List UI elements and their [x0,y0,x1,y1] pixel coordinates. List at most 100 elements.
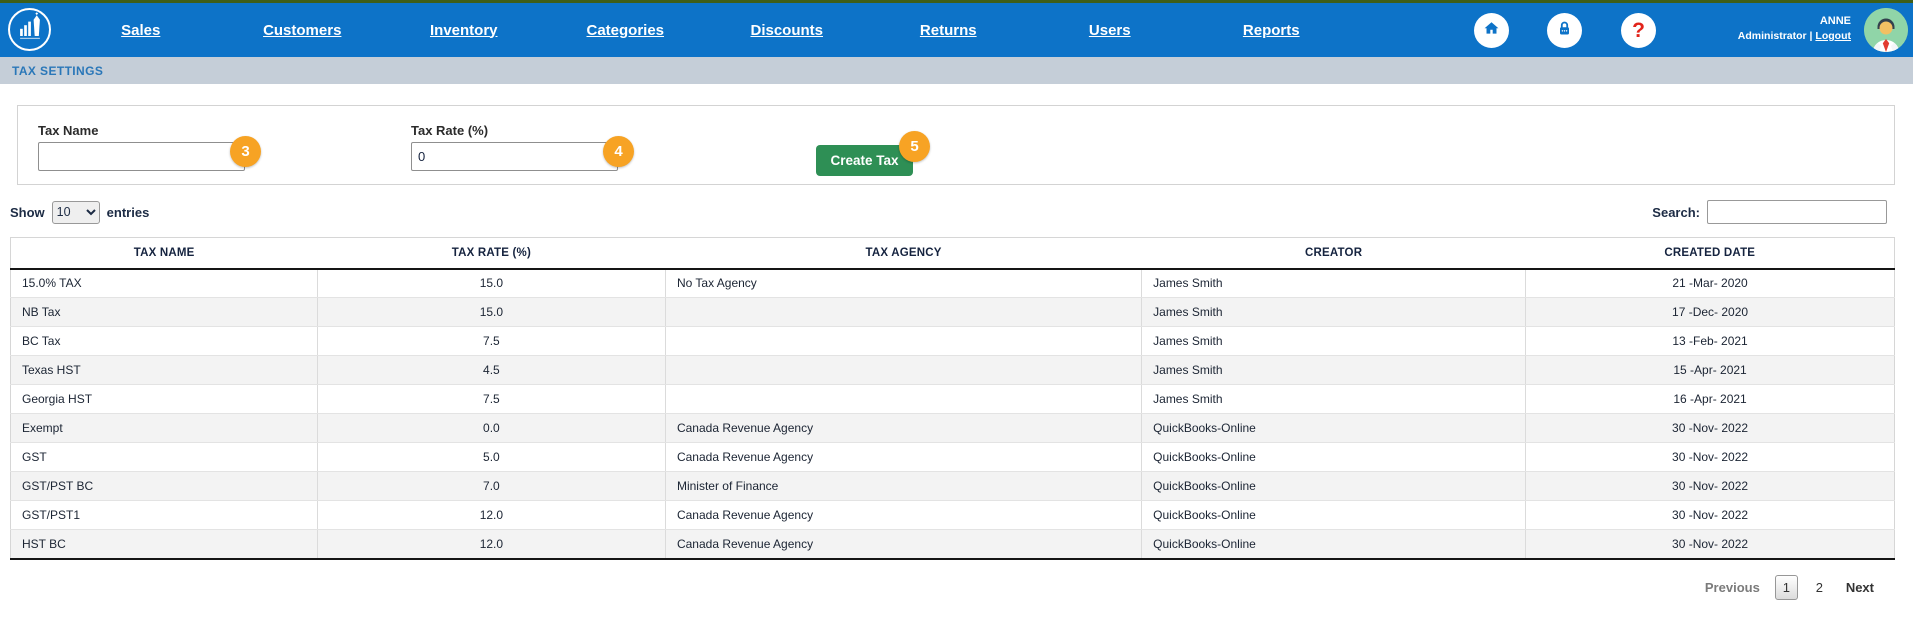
table-cell: 15.0 [317,298,665,327]
table-cell: NB Tax [11,298,318,327]
table-row: Exempt0.0Canada Revenue AgencyQuickBooks… [11,414,1895,443]
help-button[interactable]: ? [1621,13,1656,48]
table-row: GST5.0Canada Revenue AgencyQuickBooks-On… [11,443,1895,472]
step-badge-4: 4 [603,136,634,167]
tax-name-input[interactable] [38,142,245,171]
table-cell: QuickBooks-Online [1142,443,1526,472]
home-icon [1481,18,1502,44]
table-cell: 30 -Nov- 2022 [1526,414,1895,443]
table-header-row: TAX NAMETAX RATE (%)TAX AGENCYCREATORCRE… [11,238,1895,269]
table-cell [665,356,1141,385]
logout-link[interactable]: Logout [1815,30,1851,42]
step-badge-3: 3 [230,136,261,167]
lock-icon [1554,18,1575,44]
table-cell: QuickBooks-Online [1142,501,1526,530]
table-cell: Texas HST [11,356,318,385]
table-cell: HST BC [11,530,318,559]
column-header[interactable]: TAX NAME [11,238,318,269]
table-cell [665,327,1141,356]
table-cell [665,298,1141,327]
user-name: ANNE [1738,14,1851,29]
app-logo[interactable] [8,8,51,51]
table-cell: 12.0 [317,501,665,530]
search-label: Search: [1652,205,1700,220]
table-cell: BC Tax [11,327,318,356]
table-cell: QuickBooks-Online [1142,472,1526,501]
home-button[interactable] [1474,13,1509,48]
table-cell: 15 -Apr- 2021 [1526,356,1895,385]
entries-label: entries [107,205,150,220]
nav-item-returns[interactable]: Returns [868,3,1030,57]
pagination-page-1[interactable]: 1 [1775,575,1798,600]
tax-name-label: Tax Name [38,123,245,138]
table-row: BC Tax7.5James Smith13 -Feb- 2021 [11,327,1895,356]
table-cell: 30 -Nov- 2022 [1526,472,1895,501]
table-cell: 17 -Dec- 2020 [1526,298,1895,327]
nav-item-users[interactable]: Users [1029,3,1191,57]
create-tax-panel: Tax Name 3 Tax Rate (%) 4 Create Tax 5 [17,105,1895,185]
table-cell: 30 -Nov- 2022 [1526,443,1895,472]
table-cell: 15.0% TAX [11,269,318,298]
breadcrumb: TAX SETTINGS [0,57,1913,84]
pagination-page-2[interactable]: 2 [1808,575,1831,600]
show-label: Show [10,205,45,220]
table-cell: QuickBooks-Online [1142,414,1526,443]
nav-item-customers[interactable]: Customers [222,3,384,57]
nav-item-sales[interactable]: Sales [60,3,222,57]
top-navbar: SalesCustomersInventoryCategoriesDiscoun… [0,3,1913,57]
main-nav-menu: SalesCustomersInventoryCategoriesDiscoun… [60,3,1352,57]
table-row: GST/PST112.0Canada Revenue AgencyQuickBo… [11,501,1895,530]
table-cell: 21 -Mar- 2020 [1526,269,1895,298]
search-input[interactable] [1707,200,1887,224]
pagination: Previous 12 Next [0,575,1874,600]
column-header[interactable]: CREATED DATE [1526,238,1895,269]
page-title: TAX SETTINGS [12,64,103,78]
lock-button[interactable] [1547,13,1582,48]
tax-rate-label: Tax Rate (%) [411,123,618,138]
table-cell: 30 -Nov- 2022 [1526,530,1895,559]
table-cell: James Smith [1142,356,1526,385]
column-header[interactable]: TAX AGENCY [665,238,1141,269]
role-logout-separator: | [1810,30,1813,42]
table-cell: 7.5 [317,327,665,356]
user-info: ANNE Administrator | Logout [1738,14,1851,43]
table-cell: Canada Revenue Agency [665,530,1141,559]
table-cell: 5.0 [317,443,665,472]
column-header[interactable]: TAX RATE (%) [317,238,665,269]
pagination-previous[interactable]: Previous [1705,580,1760,595]
table-row: GST/PST BC7.0Minister of FinanceQuickBoo… [11,472,1895,501]
table-cell: 7.0 [317,472,665,501]
nav-item-discounts[interactable]: Discounts [706,3,868,57]
tax-table: TAX NAMETAX RATE (%)TAX AGENCYCREATORCRE… [10,237,1895,560]
nav-item-reports[interactable]: Reports [1191,3,1353,57]
table-cell: Canada Revenue Agency [665,414,1141,443]
table-row: HST BC12.0Canada Revenue AgencyQuickBook… [11,530,1895,559]
page-size-select[interactable]: 10 [52,201,100,224]
table-row: Texas HST4.5 James Smith15 -Apr- 2021 [11,356,1895,385]
lighthouse-logo-icon [12,9,48,50]
table-cell: Minister of Finance [665,472,1141,501]
table-row: NB Tax15.0James Smith17 -Dec- 2020 [11,298,1895,327]
table-cell: James Smith [1142,385,1526,414]
table-cell: No Tax Agency [665,269,1141,298]
nav-item-categories[interactable]: Categories [545,3,707,57]
table-cell: Exempt [11,414,318,443]
tax-rate-input[interactable] [411,142,618,171]
user-avatar[interactable] [1864,8,1908,52]
table-cell: GST/PST BC [11,472,318,501]
table-cell: 7.5 [317,385,665,414]
table-cell: 13 -Feb- 2021 [1526,327,1895,356]
table-cell: James Smith [1142,269,1526,298]
table-cell: 0.0 [317,414,665,443]
table-cell [665,385,1141,414]
table-row: Georgia HST7.5James Smith16 -Apr- 2021 [11,385,1895,414]
nav-item-inventory[interactable]: Inventory [383,3,545,57]
table-cell: GST [11,443,318,472]
column-header[interactable]: CREATOR [1142,238,1526,269]
table-cell: 30 -Nov- 2022 [1526,501,1895,530]
table-cell: GST/PST1 [11,501,318,530]
table-cell: Georgia HST [11,385,318,414]
table-cell: 4.5 [317,356,665,385]
pagination-next[interactable]: Next [1846,580,1874,595]
table-cell: Canada Revenue Agency [665,443,1141,472]
